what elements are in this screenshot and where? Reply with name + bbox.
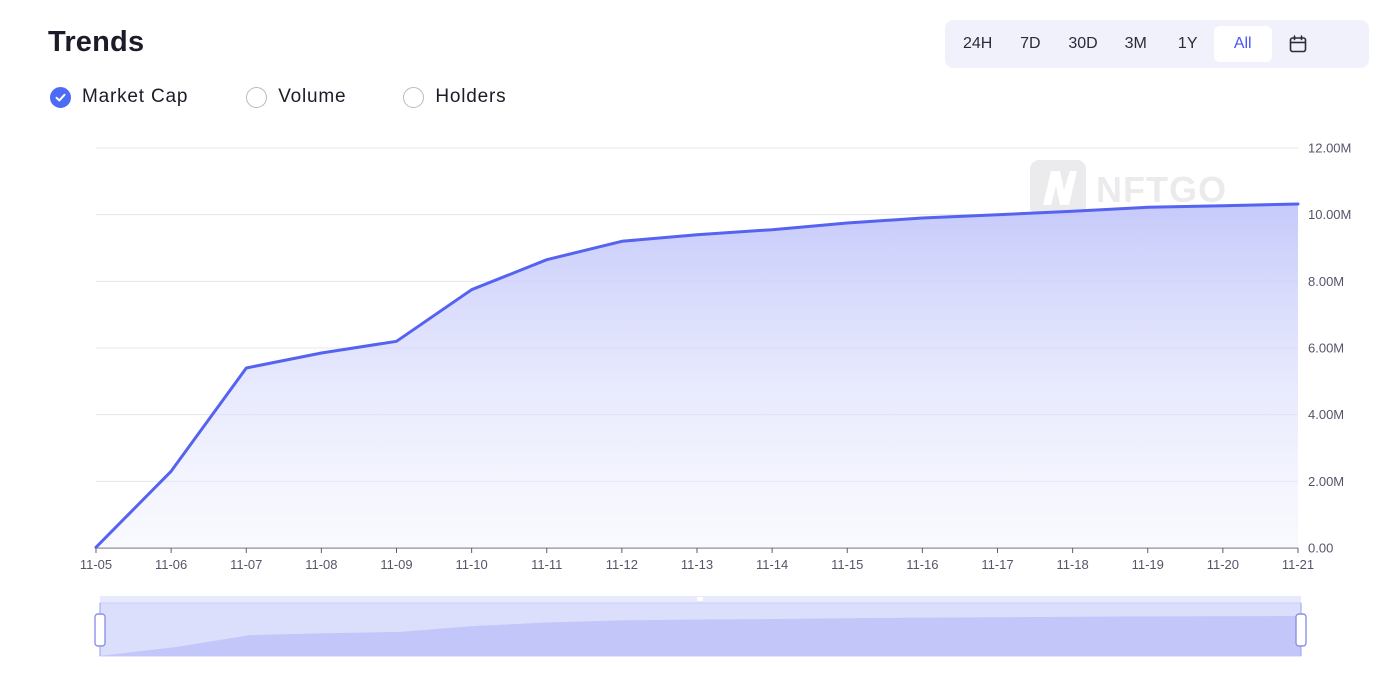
y-tick-label: 0.00 bbox=[1308, 541, 1333, 556]
x-tick-label: 11-14 bbox=[756, 557, 788, 572]
x-tick-label: 11-17 bbox=[981, 557, 1013, 572]
x-tick-label: 11-09 bbox=[380, 557, 412, 572]
x-tick-label: 11-11 bbox=[531, 557, 562, 572]
slider-left-handle[interactable] bbox=[94, 613, 106, 647]
slider-drag-handle bbox=[697, 597, 703, 601]
x-tick-label: 11-13 bbox=[681, 557, 713, 572]
watermark-text: NFTGO bbox=[1096, 169, 1227, 210]
x-tick-label: 11-07 bbox=[230, 557, 262, 572]
x-tick-label: 11-21 bbox=[1282, 557, 1314, 572]
y-tick-label: 6.00M bbox=[1308, 341, 1344, 356]
x-tick-label: 11-08 bbox=[305, 557, 337, 572]
x-tick-label: 11-20 bbox=[1207, 557, 1239, 572]
y-tick-label: 12.00M bbox=[1308, 141, 1351, 156]
y-tick-label: 8.00M bbox=[1308, 274, 1344, 289]
y-tick-label: 2.00M bbox=[1308, 474, 1344, 489]
x-tick-label: 11-12 bbox=[606, 557, 638, 572]
y-tick-label: 10.00M bbox=[1308, 207, 1351, 222]
x-tick-label: 11-19 bbox=[1132, 557, 1164, 572]
x-tick-label: 11-15 bbox=[831, 557, 863, 572]
x-tick-label: 11-06 bbox=[155, 557, 187, 572]
y-tick-label: 4.00M bbox=[1308, 407, 1344, 422]
x-tick-label: 11-05 bbox=[80, 557, 112, 572]
x-tick-label: 11-18 bbox=[1056, 557, 1088, 572]
market-cap-area bbox=[96, 204, 1298, 548]
market-cap-chart: NFTGO 0.00 2.00M 4.00M 6.00M 8.00M 10.00M 12.0… bbox=[80, 141, 1351, 657]
x-tick-label: 11-10 bbox=[455, 557, 487, 572]
x-tick-label: 11-16 bbox=[906, 557, 938, 572]
slider-right-handle[interactable] bbox=[1295, 613, 1307, 647]
